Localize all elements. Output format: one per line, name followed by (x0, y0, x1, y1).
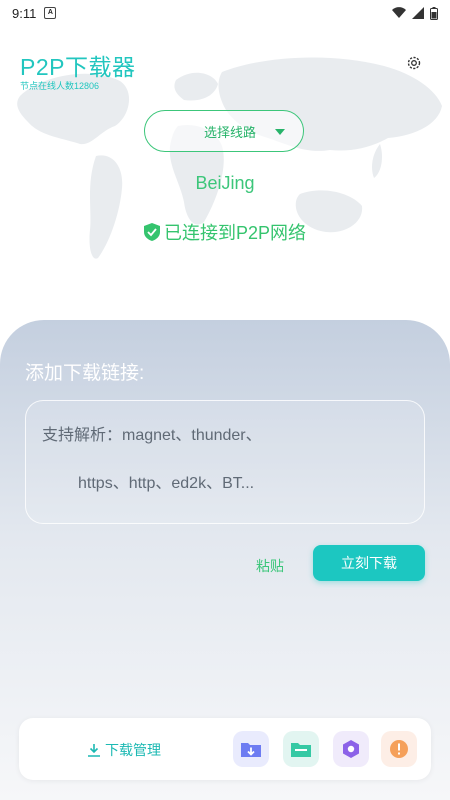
download-icon (88, 744, 100, 757)
add-link-heading: 添加下载链接: (25, 363, 145, 384)
paste-button[interactable]: 粘贴 (256, 556, 284, 576)
gear-icon (407, 56, 421, 70)
caret-down-icon (275, 129, 285, 135)
connection-status: 已连接到P2P网络 (0, 219, 450, 245)
settings-button[interactable] (404, 53, 424, 73)
input-placeholder-line2: https、http、ed2k、BT... (78, 475, 255, 492)
wifi-icon (392, 7, 406, 19)
download-link-input[interactable]: 支持解析：magnet、thunder、 https、http、ed2k、BT.… (25, 400, 425, 524)
input-placeholder-line1: 支持解析：magnet、thunder、 (42, 427, 262, 444)
download-now-button[interactable]: 立刻下载 (313, 545, 425, 581)
status-bar: 9:11 A (0, 0, 450, 26)
app-title: P2P下载器 (20, 54, 136, 80)
hexagon-icon (343, 740, 359, 758)
route-select[interactable]: 选择线路 (144, 110, 304, 152)
status-time: 9:11 (12, 5, 37, 21)
shield-check-icon (143, 223, 160, 241)
node-count: 节点在线人数12806 (20, 81, 100, 91)
download-folder-button[interactable] (233, 731, 269, 767)
plugin-button[interactable] (333, 731, 369, 767)
bottom-bar: 下载管理 (19, 718, 431, 780)
signal-icon (412, 7, 424, 19)
download-manager-button[interactable]: 下载管理 (87, 740, 161, 760)
current-city: BeiJing (195, 173, 255, 193)
route-select-label: 选择线路 (203, 124, 256, 140)
folder-download-icon (241, 743, 261, 757)
battery-icon (430, 6, 438, 20)
download-manager-label: 下载管理 (105, 742, 161, 758)
status-left: 9:11 A (12, 5, 57, 21)
alert-icon (390, 740, 408, 758)
status-right (392, 6, 438, 20)
files-button[interactable] (283, 731, 319, 767)
info-button[interactable] (381, 731, 417, 767)
connection-status-text: 已连接到P2P网络 (163, 223, 307, 243)
folder-icon (291, 743, 311, 757)
notification-icon: A (44, 7, 57, 19)
